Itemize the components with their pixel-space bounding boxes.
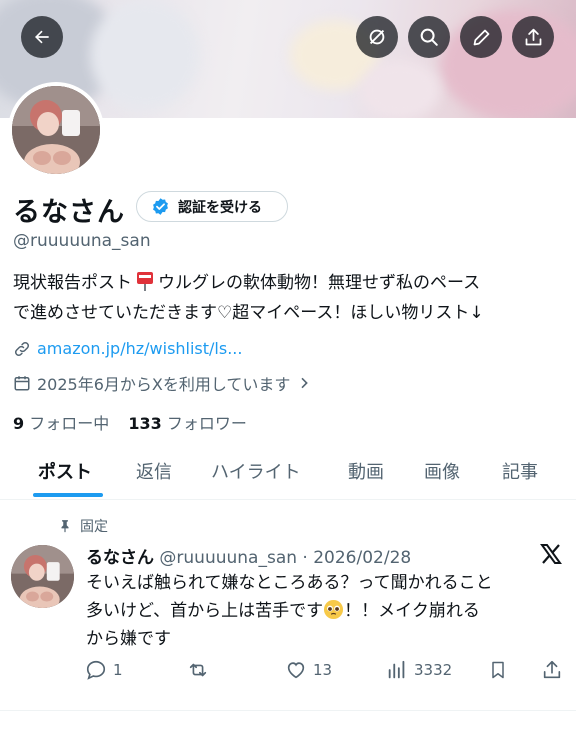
tab-videos[interactable]: 動画 bbox=[348, 458, 384, 484]
like-count: 13 bbox=[313, 661, 333, 679]
reply-icon bbox=[86, 660, 106, 680]
following-label: フォロー中 bbox=[24, 414, 110, 433]
tab-articles[interactable]: 記事 bbox=[502, 458, 538, 484]
share-icon bbox=[525, 28, 541, 45]
tweet-text[interactable]: そいえば触られて嫌なところある？って聞かれること 多いけど、首から上は苦手です ！… bbox=[86, 569, 566, 653]
joined-text: 2025年6月からXを利用しています bbox=[37, 375, 291, 394]
x-logo-icon[interactable] bbox=[539, 542, 563, 566]
following-link[interactable]: 9 フォロー中 bbox=[13, 414, 109, 433]
reply-button[interactable]: 1 bbox=[85, 659, 123, 681]
reply-count: 1 bbox=[113, 661, 123, 679]
followers-count: 133 bbox=[128, 414, 162, 433]
profile-avatar[interactable] bbox=[8, 82, 104, 178]
bio-line1-post: ウルグレの軟体動物！無理せず私のペース bbox=[158, 273, 481, 293]
back-arrow-icon bbox=[35, 30, 49, 44]
tweet-meta[interactable]: @ruuuuuna_san · 2026/02/28 bbox=[154, 548, 411, 568]
active-tab-indicator bbox=[33, 493, 103, 497]
tweet-line2-pre: 多いけど、首から上は苦手です bbox=[86, 601, 324, 621]
avatar-image bbox=[12, 86, 100, 174]
repost-button[interactable] bbox=[186, 659, 216, 681]
views-button[interactable]: 3332 bbox=[386, 659, 452, 681]
search-icon bbox=[420, 28, 438, 46]
share-button[interactable] bbox=[512, 16, 554, 58]
tweet-line-3: から嫌です bbox=[86, 629, 171, 649]
views-chart-icon bbox=[388, 660, 405, 679]
bio-line1-pre: 現状報告ポスト bbox=[13, 273, 132, 293]
pinned-label: 固定 bbox=[58, 516, 108, 536]
bio-line-2: で進めさせていただきます♡超マイペース！ほしい物リスト↓ bbox=[13, 303, 484, 323]
following-count: 9 bbox=[13, 414, 25, 433]
tweet-avatar[interactable] bbox=[11, 545, 74, 608]
chevron-right-icon bbox=[301, 377, 309, 389]
like-button[interactable]: 13 bbox=[285, 659, 332, 681]
tab-replies[interactable]: 返信 bbox=[136, 458, 172, 484]
postbox-emoji-icon bbox=[137, 272, 153, 291]
share-post-icon bbox=[543, 660, 561, 679]
profile-link[interactable]: amazon.jp/hz/wishlist/ls... bbox=[13, 339, 242, 358]
bio-line-1: 現状報告ポスト ウルグレの軟体動物！無理せず私のペース bbox=[13, 268, 569, 298]
share-post-button[interactable] bbox=[541, 659, 563, 681]
divider bbox=[0, 710, 576, 711]
tweet-line2-post: ！！メイク崩れる bbox=[344, 601, 480, 621]
get-verified-button[interactable]: 認証を受ける bbox=[136, 191, 288, 222]
edit-button[interactable] bbox=[460, 16, 502, 58]
joined-date[interactable]: 2025年6月からXを利用しています bbox=[13, 371, 312, 395]
profile-bio: 現状報告ポスト ウルグレの軟体動物！無理せず私のペース で進めさせていただきます♡… bbox=[13, 268, 569, 328]
follow-stats: 9 フォロー中 133 フォロワー bbox=[13, 410, 247, 434]
pleading-face-emoji-icon bbox=[324, 599, 344, 620]
views-count: 3332 bbox=[414, 661, 453, 679]
back-button[interactable] bbox=[21, 16, 63, 58]
followers-link[interactable]: 133 フォロワー bbox=[128, 414, 247, 433]
tweet-line-2: 多いけど、首から上は苦手です ！！メイク崩れる bbox=[86, 597, 566, 625]
calendar-icon bbox=[14, 376, 30, 391]
tab-posts[interactable]: ポスト bbox=[38, 458, 92, 484]
bookmark-button[interactable] bbox=[488, 659, 508, 681]
profile-name: るなさん bbox=[13, 197, 125, 228]
verified-badge-icon bbox=[153, 198, 168, 215]
pinned-text: 固定 bbox=[80, 519, 108, 535]
tweet-header: るなさん @ruuuuuna_san · 2026/02/28 bbox=[86, 543, 411, 568]
tab-highlights[interactable]: ハイライト bbox=[211, 458, 301, 484]
grok-button[interactable] bbox=[356, 16, 398, 58]
heart-icon bbox=[287, 662, 305, 679]
repost-icon bbox=[189, 663, 207, 677]
profile-handle: @ruuuuuna_san bbox=[13, 231, 151, 251]
tweet-avatar-image bbox=[11, 545, 74, 608]
search-button[interactable] bbox=[408, 16, 450, 58]
grok-icon bbox=[369, 29, 385, 45]
tweet-actions: 1 13 3332 bbox=[0, 659, 576, 687]
get-verified-label: 認証を受ける bbox=[178, 199, 262, 216]
wishlist-link[interactable]: amazon.jp/hz/wishlist/ls... bbox=[37, 339, 242, 358]
bookmark-icon bbox=[492, 661, 504, 679]
edit-icon bbox=[473, 29, 489, 45]
tweet-line-1: そいえば触られて嫌なところある？って聞かれること bbox=[86, 573, 493, 593]
followers-label: フォロワー bbox=[161, 414, 247, 433]
tweet-author-name[interactable]: るなさん bbox=[86, 548, 154, 568]
link-icon bbox=[14, 341, 30, 356]
pin-icon bbox=[61, 520, 69, 533]
tab-images[interactable]: 画像 bbox=[424, 458, 460, 484]
